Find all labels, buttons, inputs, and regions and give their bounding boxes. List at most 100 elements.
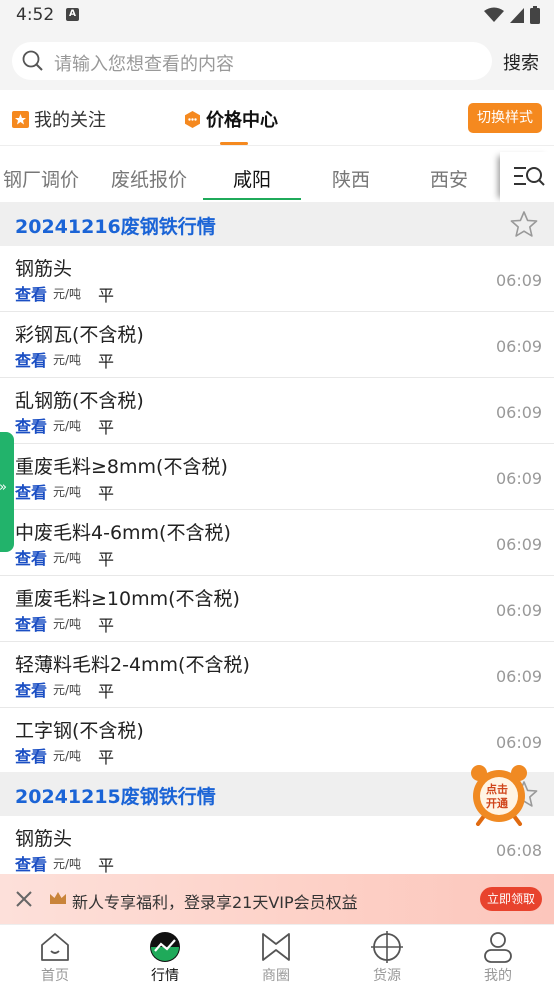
nav-business-label: 商圈 bbox=[262, 968, 290, 984]
item-name: 轻薄料毛料2-4mm(不含税) bbox=[15, 654, 250, 676]
badge-line2: 开通 bbox=[486, 797, 508, 810]
item-unit: 元/吨 bbox=[53, 353, 82, 367]
item-unit: 元/吨 bbox=[53, 551, 82, 565]
item-time: 06:09 bbox=[496, 469, 543, 488]
tab-region[interactable]: 废纸报价 bbox=[101, 165, 197, 192]
item-time: 06:09 bbox=[496, 337, 543, 356]
status-bar: 4:52 A bbox=[0, 0, 554, 32]
list-item[interactable]: 乱钢筋(不含税) 查看 元/吨 平 06:09 bbox=[0, 378, 554, 444]
item-unit: 元/吨 bbox=[53, 617, 82, 631]
tab-region[interactable]: 陕西 bbox=[303, 165, 399, 192]
item-time: 06:08 bbox=[496, 841, 543, 860]
item-trend: 平 bbox=[98, 286, 115, 305]
list-item[interactable]: 钢筋头 查看 元/吨 平 06:09 bbox=[0, 246, 554, 312]
view-link[interactable]: 查看 bbox=[15, 347, 47, 371]
tab-region[interactable]: 钢厂调价 bbox=[0, 165, 89, 192]
item-time: 06:09 bbox=[496, 403, 543, 422]
list-item[interactable]: 彩钢瓦(不含税) 查看 元/吨 平 06:09 bbox=[0, 312, 554, 378]
tab-price-center[interactable]: 价格中心 bbox=[184, 106, 278, 132]
item-unit: 元/吨 bbox=[53, 485, 82, 499]
item-unit: 元/吨 bbox=[53, 419, 82, 433]
item-trend: 平 bbox=[98, 748, 115, 767]
item-unit: 元/吨 bbox=[53, 749, 82, 763]
list-item[interactable]: 中废毛料4-6mm(不含税) 查看 元/吨 平 06:09 bbox=[0, 510, 554, 576]
active-tab-indicator bbox=[220, 142, 248, 145]
item-time: 06:09 bbox=[496, 667, 543, 686]
nav-supply-label: 货源 bbox=[373, 968, 401, 984]
tab-region-active[interactable]: 咸阳 bbox=[204, 165, 300, 192]
item-time: 06:09 bbox=[496, 271, 543, 290]
view-link[interactable]: 查看 bbox=[15, 281, 47, 305]
wifi-icon bbox=[484, 7, 504, 22]
claim-button[interactable]: 立即领取 bbox=[480, 887, 542, 911]
home-icon bbox=[41, 933, 69, 961]
nav-business[interactable]: 商圈 bbox=[221, 925, 331, 986]
promo-text: 新人专享福利，登录享21天VIP会员权益 bbox=[72, 893, 358, 912]
search-bar: 请输入您想查看的内容 搜索 bbox=[0, 32, 554, 90]
item-name: 乱钢筋(不含税) bbox=[15, 390, 144, 412]
bottom-nav: 首页 行情 商圈 货源 我的 bbox=[0, 924, 554, 985]
close-icon[interactable] bbox=[16, 891, 32, 907]
list-search-icon bbox=[514, 167, 545, 186]
item-unit: 元/吨 bbox=[53, 683, 82, 697]
star-icon[interactable] bbox=[509, 210, 539, 238]
view-link[interactable]: 查看 bbox=[15, 743, 47, 767]
list-item[interactable]: 重废毛料≥8mm(不含税) 查看 元/吨 平 06:09 bbox=[0, 444, 554, 510]
nav-profile-label: 我的 bbox=[484, 968, 512, 984]
nav-market[interactable]: 行情 bbox=[110, 925, 220, 986]
view-link[interactable]: 查看 bbox=[15, 413, 47, 437]
search-button[interactable]: 搜索 bbox=[503, 49, 539, 75]
promo-banner: 新人专享福利，登录享21天VIP会员权益 立即领取 bbox=[0, 874, 554, 924]
view-link[interactable]: 查看 bbox=[15, 851, 47, 875]
bookmark-star-icon bbox=[12, 110, 29, 128]
battery-icon bbox=[530, 6, 540, 24]
hexagon-icon bbox=[185, 110, 200, 128]
search-input[interactable]: 请输入您想查看的内容 bbox=[12, 42, 492, 80]
item-time: 06:09 bbox=[496, 535, 543, 554]
item-trend: 平 bbox=[98, 856, 115, 875]
search-icon bbox=[22, 50, 43, 71]
item-time: 06:09 bbox=[496, 733, 543, 752]
switch-style-button[interactable]: 切换样式 bbox=[468, 103, 542, 133]
tab-price-center-label: 价格中心 bbox=[206, 110, 278, 131]
view-link[interactable]: 查看 bbox=[15, 479, 47, 503]
section-title: 20241215废钢铁行情 bbox=[15, 786, 216, 808]
section-title: 20241216废钢铁行情 bbox=[15, 216, 216, 238]
list-item[interactable]: 重废毛料≥10mm(不含税) 查看 元/吨 平 06:09 bbox=[0, 576, 554, 642]
user-icon bbox=[484, 932, 512, 963]
top-tabs: 我的关注 价格中心 切换样式 bbox=[0, 90, 554, 146]
nav-home-label: 首页 bbox=[41, 968, 69, 984]
view-link[interactable]: 查看 bbox=[15, 677, 47, 701]
nav-profile[interactable]: 我的 bbox=[443, 925, 553, 986]
view-link[interactable]: 查看 bbox=[15, 611, 47, 635]
item-name: 重废毛料≥10mm(不含税) bbox=[15, 588, 240, 610]
side-drawer-handle[interactable]: » bbox=[0, 432, 14, 552]
item-name: 重废毛料≥8mm(不含税) bbox=[15, 456, 228, 478]
item-trend: 平 bbox=[98, 484, 115, 503]
item-unit: 元/吨 bbox=[53, 857, 82, 871]
tab-my-follow-label: 我的关注 bbox=[34, 110, 106, 131]
nav-supply[interactable]: 货源 bbox=[332, 925, 442, 986]
filter-search-button[interactable] bbox=[500, 152, 554, 202]
signal-icon bbox=[510, 8, 524, 23]
item-name: 钢筋头 bbox=[15, 828, 73, 850]
item-name: 彩钢瓦(不含税) bbox=[15, 324, 144, 346]
tab-my-follow[interactable]: 我的关注 bbox=[12, 106, 106, 132]
business-circle-icon bbox=[262, 933, 290, 961]
tab-region[interactable]: 西安 bbox=[401, 165, 497, 192]
item-name: 工字钢(不含税) bbox=[15, 720, 144, 742]
nav-home[interactable]: 首页 bbox=[0, 925, 110, 986]
view-link[interactable]: 查看 bbox=[15, 545, 47, 569]
item-trend: 平 bbox=[98, 616, 115, 635]
vip-open-badge[interactable]: 点击 开通 bbox=[466, 764, 532, 826]
notification-icon: A bbox=[66, 8, 79, 21]
region-tab-indicator bbox=[203, 198, 301, 200]
double-chevron-right-icon: » bbox=[0, 480, 7, 495]
item-trend: 平 bbox=[98, 682, 115, 701]
search-placeholder: 请输入您想查看的内容 bbox=[54, 54, 234, 75]
list-item[interactable]: 轻薄料毛料2-4mm(不含税) 查看 元/吨 平 06:09 bbox=[0, 642, 554, 708]
nav-market-label: 行情 bbox=[151, 968, 179, 984]
item-trend: 平 bbox=[98, 418, 115, 437]
target-icon bbox=[371, 931, 403, 963]
region-tabs: 钢厂调价 废纸报价 咸阳 陕西 西安 bbox=[0, 152, 554, 202]
